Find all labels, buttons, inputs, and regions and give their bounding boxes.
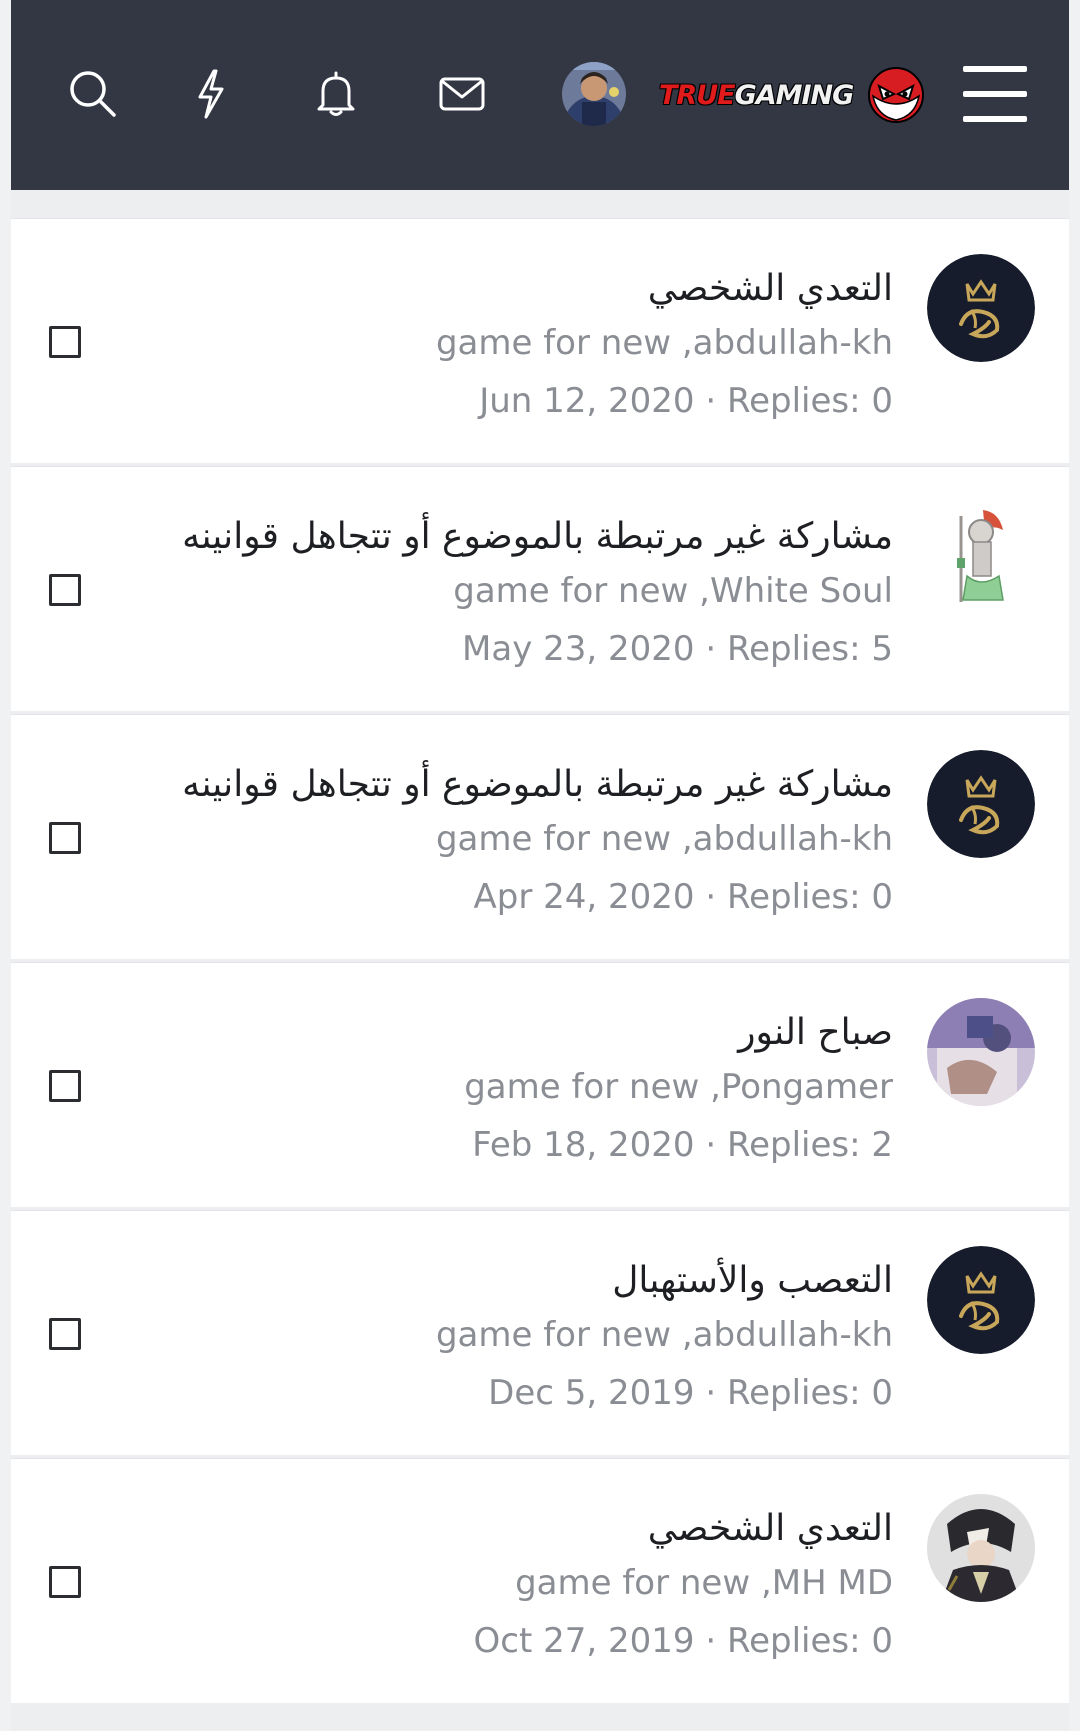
reply-count: Replies: 2 xyxy=(726,1125,893,1165)
thread-stats: May 23, 2020 · Replies: 5 xyxy=(462,629,893,669)
knight-avatar-icon xyxy=(927,502,1035,610)
thread-starter-avatar[interactable] xyxy=(927,502,1035,610)
reply-count: Replies: 0 xyxy=(726,1621,893,1661)
thread-title[interactable]: مشاركة غير مرتبطة بالموضوع أو تتجاهل قوا… xyxy=(182,511,893,563)
thread-title[interactable]: مشاركة غير مرتبطة بالموضوع أو تتجاهل قوا… xyxy=(182,759,893,811)
thread-date: May 23, 2020 xyxy=(462,629,695,669)
thread-list: التعدي الشخصي game for new ,abdullah-kh … xyxy=(11,218,1069,1706)
search-button[interactable] xyxy=(51,52,135,136)
thread-date: Oct 27, 2019 xyxy=(473,1621,695,1661)
thread-starter-avatar[interactable] xyxy=(927,1246,1035,1354)
thread-title[interactable]: صباح النور xyxy=(738,1007,893,1059)
menu-line xyxy=(963,116,1027,122)
select-checkbox[interactable] xyxy=(49,574,81,606)
bell-icon xyxy=(317,71,355,116)
thread-starter[interactable]: game for new ,abdullah-kh xyxy=(436,323,893,363)
reply-count: Replies: 0 xyxy=(726,1373,893,1413)
logo-wordmark: TRUEGAMING xyxy=(659,79,854,111)
thread-date: Feb 18, 2020 xyxy=(472,1125,695,1165)
mail-icon xyxy=(439,77,485,111)
site-logo[interactable]: TRUEGAMING xyxy=(659,62,943,128)
thread-date: Apr 24, 2020 xyxy=(473,877,695,917)
alerts-button[interactable] xyxy=(294,52,378,136)
select-checkbox[interactable] xyxy=(49,1070,81,1102)
thread-title[interactable]: التعدي الشخصي xyxy=(648,1503,893,1555)
thread-starter-avatar[interactable] xyxy=(927,998,1035,1106)
reply-count: Replies: 0 xyxy=(726,381,893,421)
menu-line xyxy=(963,66,1027,72)
meta-separator: · xyxy=(705,1125,717,1165)
thread-stats: Apr 24, 2020 · Replies: 0 xyxy=(474,877,894,917)
select-checkbox[interactable] xyxy=(49,822,81,854)
logo-mascot-icon xyxy=(868,67,925,123)
meta-separator: · xyxy=(705,381,717,421)
top-navigation-bar: TRUEGAMING xyxy=(11,0,1069,190)
thread-starter-avatar[interactable] xyxy=(927,1494,1035,1602)
thread-starter[interactable]: game for new ,abdullah-kh xyxy=(436,819,893,859)
search-icon xyxy=(70,71,116,117)
thread-starter[interactable]: game for new ,abdullah-kh xyxy=(436,1315,893,1355)
calligraphy-avatar-icon xyxy=(927,254,1035,362)
thread-row[interactable]: صباح النور game for new ,Pongamer Feb 18… xyxy=(11,962,1069,1207)
select-checkbox[interactable] xyxy=(49,1566,81,1598)
thread-row[interactable]: مشاركة غير مرتبطة بالموضوع أو تتجاهل قوا… xyxy=(11,714,1069,959)
menu-line xyxy=(963,91,1027,97)
select-checkbox[interactable] xyxy=(49,326,81,358)
reply-count: Replies: 5 xyxy=(726,629,893,669)
thread-row[interactable]: التعدي الشخصي game for new ,MH MD Oct 27… xyxy=(11,1458,1069,1703)
user-avatar-image xyxy=(562,62,626,126)
thread-stats: Jun 12, 2020 · Replies: 0 xyxy=(479,381,893,421)
thread-stats: Oct 27, 2019 · Replies: 0 xyxy=(474,1621,893,1661)
conversations-button[interactable] xyxy=(420,52,504,136)
lightning-icon xyxy=(198,69,224,119)
thread-row[interactable]: التعصب والأستهبال game for new ,abdullah… xyxy=(11,1210,1069,1455)
thread-row[interactable]: التعدي الشخصي game for new ,abdullah-kh … xyxy=(11,218,1069,463)
thread-starter[interactable]: game for new ,White Soul xyxy=(453,571,893,611)
thread-date: Dec 5, 2019 xyxy=(488,1373,695,1413)
select-checkbox[interactable] xyxy=(49,1318,81,1350)
meta-separator: · xyxy=(705,1621,717,1661)
thread-starter-avatar[interactable] xyxy=(927,254,1035,362)
thread-stats: Feb 18, 2020 · Replies: 2 xyxy=(472,1125,893,1165)
thread-starter[interactable]: game for new ,Pongamer xyxy=(464,1067,893,1107)
app-frame: TRUEGAMING التعدي الشخصي game for new ,a… xyxy=(11,0,1069,1731)
thread-title[interactable]: التعصب والأستهبال xyxy=(612,1255,893,1307)
reply-count: Replies: 0 xyxy=(726,877,893,917)
thread-title[interactable]: التعدي الشخصي xyxy=(648,263,893,315)
anime-avatar-icon xyxy=(927,1494,1035,1602)
calligraphy-avatar-icon xyxy=(927,750,1035,858)
photo-avatar-icon xyxy=(927,998,1035,1106)
calligraphy-avatar-icon xyxy=(927,1246,1035,1354)
thread-starter[interactable]: game for new ,MH MD xyxy=(515,1563,893,1603)
meta-separator: · xyxy=(705,1373,717,1413)
whats-new-button[interactable] xyxy=(169,52,253,136)
meta-separator: · xyxy=(705,629,717,669)
user-account-avatar[interactable] xyxy=(562,62,626,126)
hamburger-menu-icon[interactable] xyxy=(963,66,1027,122)
meta-separator: · xyxy=(705,877,717,917)
thread-stats: Dec 5, 2019 · Replies: 0 xyxy=(488,1373,893,1413)
thread-row[interactable]: مشاركة غير مرتبطة بالموضوع أو تتجاهل قوا… xyxy=(11,466,1069,711)
thread-date: Jun 12, 2020 xyxy=(479,381,695,421)
thread-starter-avatar[interactable] xyxy=(927,750,1035,858)
